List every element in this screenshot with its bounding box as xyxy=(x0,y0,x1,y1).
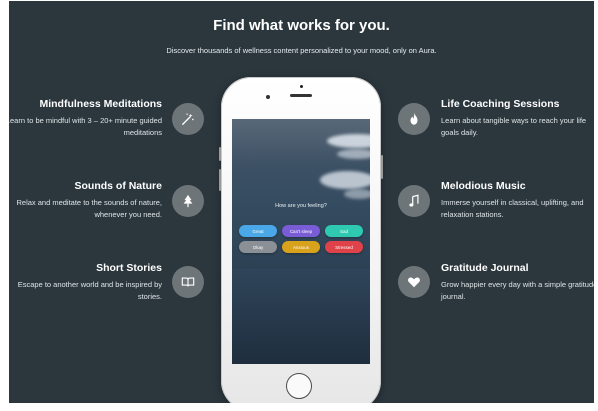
feature-title: Life Coaching Sessions xyxy=(441,98,560,110)
cloud-graphic xyxy=(344,189,370,199)
phone-speaker xyxy=(290,94,312,97)
feature-mindfulness-meditations: Mindfulness Meditations Learn to be mind… xyxy=(9,98,162,139)
feature-description: Relax and meditate to the sounds of natu… xyxy=(16,198,162,219)
phone-side-button xyxy=(381,155,383,179)
page-frame: Find what works for you. Discover thousa… xyxy=(0,0,598,411)
cloud-graphic xyxy=(320,171,370,189)
features-section: Find what works for you. Discover thousa… xyxy=(9,1,594,403)
phone-side-button xyxy=(219,147,221,161)
tree-icon xyxy=(172,185,204,217)
feature-description: Immerse yourself in classical, uplifting… xyxy=(441,198,584,219)
phone-screen: How are you feeling? Great Can't sleep S… xyxy=(232,119,370,364)
feature-title: Melodious Music xyxy=(441,180,526,192)
mood-question: How are you feeling? xyxy=(275,203,327,209)
feature-life-coaching-sessions: Life Coaching Sessions Learn about tangi… xyxy=(441,98,594,139)
feature-title: Mindfulness Meditations xyxy=(39,98,162,110)
flame-icon xyxy=(398,103,430,135)
feature-title: Gratitude Journal xyxy=(441,262,529,274)
section-subtitle: Discover thousands of wellness content p… xyxy=(166,46,437,55)
feature-description: Grow happier every day with a simple gra… xyxy=(441,280,594,301)
music-note-icon xyxy=(398,185,430,217)
feature-gratitude-journal: Gratitude Journal Grow happier every day… xyxy=(441,262,594,303)
mood-chip-stressed[interactable]: Stressed xyxy=(325,241,363,253)
phone-sensor xyxy=(266,95,270,99)
mood-chip-sad[interactable]: Sad xyxy=(325,225,363,237)
feature-description: Learn to be mindful with 3 – 20+ minute … xyxy=(9,116,162,137)
feature-description: Learn about tangible ways to reach your … xyxy=(441,116,587,137)
section-title: Find what works for you. xyxy=(213,17,390,34)
heart-icon xyxy=(398,266,430,298)
magic-wand-icon xyxy=(172,103,204,135)
feature-description: Escape to another world and be inspired … xyxy=(17,280,162,301)
cloud-graphic xyxy=(327,134,370,148)
ocean-graphic xyxy=(232,269,370,364)
phone-side-button xyxy=(219,169,221,191)
feature-sounds-of-nature: Sounds of Nature Relax and meditate to t… xyxy=(9,180,162,221)
phone-camera xyxy=(300,85,303,88)
feature-melodious-music: Melodious Music Immerse yourself in clas… xyxy=(441,180,594,221)
book-icon xyxy=(172,266,204,298)
mood-chip-great[interactable]: Great xyxy=(239,225,277,237)
mood-chip-okay[interactable]: Okay xyxy=(239,241,277,253)
home-button[interactable] xyxy=(286,373,312,399)
feature-title: Short Stories xyxy=(96,262,162,274)
feature-title: Sounds of Nature xyxy=(74,180,162,192)
cloud-graphic xyxy=(337,149,370,159)
phone-mockup: How are you feeling? Great Can't sleep S… xyxy=(219,77,383,403)
feature-short-stories: Short Stories Escape to another world an… xyxy=(9,262,162,303)
mood-chip-anxious[interactable]: Anxious xyxy=(282,241,320,253)
mood-chip-cant-sleep[interactable]: Can't sleep xyxy=(282,225,320,237)
